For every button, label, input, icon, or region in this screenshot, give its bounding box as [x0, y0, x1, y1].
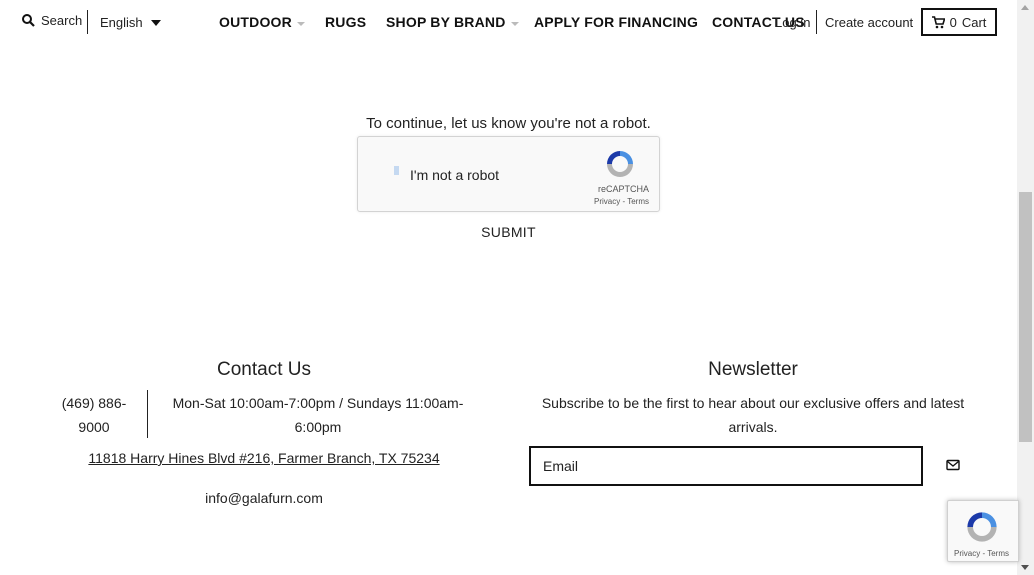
submit-button[interactable]: SUBMIT: [0, 224, 1017, 240]
contact-title: Contact Us: [217, 359, 311, 380]
email-link[interactable]: info@galafurn.com: [0, 490, 528, 506]
header-divider: [816, 10, 817, 34]
nav-rugs[interactable]: RUGS: [325, 14, 366, 30]
phone-link[interactable]: (469) 886-9000: [54, 391, 134, 439]
nav-label: RUGS: [325, 14, 367, 30]
newsletter-email-field: [529, 446, 923, 486]
cart-label: Cart: [961, 14, 987, 30]
nav-label: APPLY FOR FINANCING: [534, 14, 699, 30]
login-link[interactable]: Log in: [775, 15, 810, 30]
badge-links: Privacy - Terms: [954, 549, 1009, 558]
newsletter-description: Subscribe to be the first to hear about …: [541, 395, 965, 435]
privacy-link[interactable]: Privacy: [594, 197, 620, 206]
envelope-icon: [946, 459, 960, 471]
cart-count: 0: [949, 14, 957, 30]
recaptcha-links: Privacy - Terms: [594, 197, 649, 206]
recaptcha-widget: I'm not a robot reCAPTCHA Privacy - Term…: [357, 136, 660, 212]
search-icon: [22, 14, 35, 27]
terms-link[interactable]: Terms: [627, 197, 649, 206]
language-label: English: [100, 15, 143, 30]
create-account-link[interactable]: Create account: [825, 15, 913, 30]
search-label: Search: [41, 13, 83, 28]
recaptcha-label: I'm not a robot: [410, 167, 500, 183]
terms-link[interactable]: Terms: [987, 549, 1009, 558]
nav-outdoor[interactable]: OUTDOOR: [219, 14, 305, 30]
chevron-down-icon: [296, 21, 305, 26]
header-divider: [87, 10, 88, 34]
chevron-down-icon: [510, 21, 519, 26]
captcha-prompt: To continue, let us know you're not a ro…: [366, 115, 651, 132]
cart-icon: [931, 15, 945, 28]
nav-shop-by-brand[interactable]: SHOP BY BRAND: [386, 14, 519, 30]
recaptcha-checkbox[interactable]: [394, 166, 399, 175]
contact-divider: [147, 390, 148, 438]
recaptcha-brand: reCAPTCHA: [597, 184, 649, 194]
recaptcha-logo-icon: [967, 512, 997, 542]
nav-label: SHOP BY BRAND: [386, 14, 506, 30]
address-link[interactable]: 11818 Harry Hines Blvd #216, Farmer Bran…: [0, 450, 528, 466]
scroll-down-arrow-icon[interactable]: [1021, 565, 1029, 570]
caret-down-icon: [150, 19, 161, 26]
nav-apply-for-financing[interactable]: APPLY FOR FINANCING: [534, 14, 698, 30]
store-hours: Mon-Sat 10:00am-7:00pm / Sundays 11:00am…: [172, 395, 464, 435]
recaptcha-badge: Privacy - Terms: [947, 500, 1019, 562]
newsletter-title: Newsletter: [708, 359, 798, 380]
language-selector[interactable]: English: [100, 15, 161, 30]
cart-button[interactable]: 0 Cart: [921, 8, 997, 36]
scroll-up-arrow-icon[interactable]: [1021, 5, 1029, 10]
privacy-link[interactable]: Privacy: [954, 549, 980, 558]
email-input[interactable]: [531, 448, 915, 484]
recaptcha-logo-icon: [607, 151, 633, 177]
search-button[interactable]: Search: [22, 13, 82, 28]
nav-label: OUTDOOR: [219, 14, 292, 30]
subscribe-button[interactable]: [946, 458, 960, 476]
scrollbar-thumb[interactable]: [1019, 192, 1032, 442]
